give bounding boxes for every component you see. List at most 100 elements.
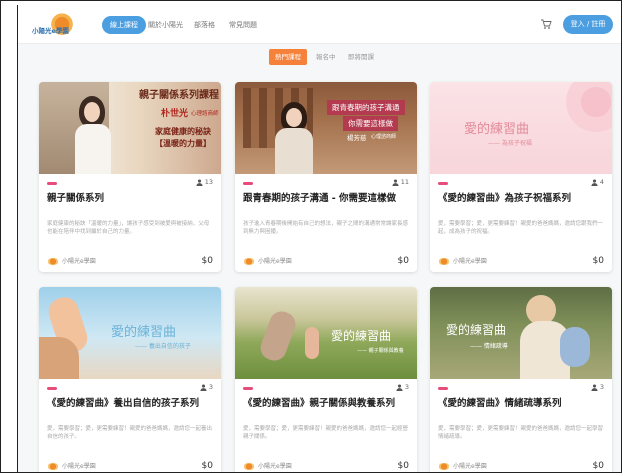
screenshot-frame: 小陽光e學園 線上課程 關於小陽光 部落格 常見問題 登入 / 註冊 熱門課程 … — [0, 0, 622, 473]
thumb-heading: 愛的練習曲 — [331, 329, 392, 343]
category-badge — [47, 387, 57, 390]
page-viewport: 小陽光e學園 線上課程 關於小陽光 部落格 常見問題 登入 / 註冊 熱門課程 … — [17, 5, 621, 472]
course-description: 愛，需要學習；愛，更需要練習！親愛的爸爸媽媽，邀請您跟我們一起，成為孩子的祝福。 — [438, 221, 604, 235]
course-card[interactable]: 親子關係系列課程 朴世光 心理諮商師 家庭健康的秘訣 【溫暖的力量】 13 親子… — [39, 82, 221, 272]
learner-count-value: 3 — [208, 383, 213, 391]
learner-count-value: 3 — [599, 383, 604, 391]
course-author: 小陽光e學園 — [243, 256, 292, 265]
thumb-person-body — [275, 128, 313, 174]
thumb-child-figure — [560, 327, 590, 367]
tab-upcoming[interactable]: 即將開課 — [348, 49, 374, 65]
course-card[interactable]: 愛的練習曲 —— 養出自信的孩子 3 《愛的練習曲》養出自信的孩子系列 愛，需要… — [39, 287, 221, 472]
course-card[interactable]: 愛的練習曲 —— 親子關係與教養 3 《愛的練習曲》親子關係與教養系列 愛，需要… — [235, 287, 417, 472]
thumb-subheading: —— 為孩子祝福 — [488, 140, 532, 147]
course-title[interactable]: 《愛的練習曲》為孩子祝福系列 — [438, 192, 604, 205]
learner-count-value: 3 — [404, 383, 409, 391]
course-thumbnail: 跟青春期的孩子溝通 你需要這樣做 楊芳慈 心理諮商師 — [235, 82, 417, 174]
learner-count-value: 4 — [599, 178, 604, 186]
thumb-person-body — [75, 124, 111, 174]
card-body: 3 《愛的練習曲》親子關係與教養系列 愛，需要學習；愛，更需要練習！親愛的爸爸媽… — [235, 379, 417, 472]
thumb-speaker-name: 朴世光 — [161, 109, 189, 119]
logo-text: 小陽光e學園 — [32, 27, 69, 35]
login-register-button[interactable]: 登入 / 註冊 — [563, 15, 613, 34]
course-title[interactable]: 《愛的練習曲》養出自信的孩子系列 — [47, 397, 213, 410]
nav-item-about[interactable]: 關於小陽光 — [148, 17, 183, 33]
course-description: 愛，需要學習；愛，更需要練習！親愛的爸爸媽媽，邀請您一起經營親子關係。 — [243, 426, 409, 440]
author-logo-icon — [47, 463, 59, 470]
course-price: $0 — [201, 256, 213, 266]
author-name: 小陽光e學園 — [258, 463, 292, 470]
thumb-heading: 跟青春期的孩子溝通 — [327, 100, 405, 115]
thumb-flower-decoration — [566, 82, 612, 132]
category-badge — [47, 182, 57, 185]
person-icon — [200, 383, 207, 391]
learner-count-value: 13 — [204, 178, 213, 186]
thumb-subheading: —— 情緒疏導 — [470, 343, 508, 350]
thumb-subheading: —— 養出自信的孩子 — [135, 343, 191, 350]
author-logo-icon — [438, 258, 450, 265]
thumb-parent-figure — [257, 308, 299, 364]
thumb-heading: 愛的練習曲 — [446, 323, 507, 337]
course-title[interactable]: 跟青春期的孩子溝通 - 你需要這樣做 — [243, 192, 409, 205]
person-icon — [392, 178, 399, 186]
course-price: $0 — [397, 461, 409, 471]
author-name: 小陽光e學園 — [258, 258, 292, 265]
course-author: 小陽光e學園 — [47, 461, 96, 470]
category-badge — [438, 387, 448, 390]
author-logo-icon — [243, 463, 255, 470]
card-body: 4 《愛的練習曲》為孩子祝福系列 愛，需要學習；愛，更需要練習！親愛的爸爸媽媽，… — [430, 174, 612, 272]
learner-count: 13 — [196, 178, 213, 186]
thumb-speaker-name: 楊芳慈 — [347, 134, 367, 142]
top-navbar: 小陽光e學園 線上課程 關於小陽光 部落格 常見問題 登入 / 註冊 — [18, 5, 621, 44]
course-price: $0 — [592, 256, 604, 266]
nav-item-blog[interactable]: 部落格 — [194, 17, 215, 33]
thumb-child-figure — [305, 327, 319, 359]
course-description: 孩子進入青春期後開始有自己的想法，親子之間的溝通常常讓家長感到無力與困擾。 — [243, 221, 409, 235]
course-author: 小陽光e學園 — [438, 256, 487, 265]
course-filter-tabs: 熱門課程 報名中 即將開課 — [18, 49, 621, 65]
person-icon — [591, 178, 598, 186]
thumb-subheading: —— 親子關係與教養 — [357, 348, 404, 354]
card-body: 3 《愛的練習曲》養出自信的孩子系列 愛，需要學習；愛，更需要練習！親愛的爸爸媽… — [39, 379, 221, 472]
tab-enrolling[interactable]: 報名中 — [316, 49, 336, 65]
course-card[interactable]: 跟青春期的孩子溝通 你需要這樣做 楊芳慈 心理諮商師 11 跟青春期的孩子溝通 … — [235, 82, 417, 272]
cart-icon[interactable] — [540, 18, 552, 30]
category-badge — [243, 182, 253, 185]
course-thumbnail: 愛的練習曲 —— 為孩子祝福 — [430, 82, 612, 174]
course-price: $0 — [592, 461, 604, 471]
card-body: 3 《愛的練習曲》情緒疏導系列 愛，需要學習；愛，更需要練習！親愛的爸爸媽媽，邀… — [430, 379, 612, 472]
thumb-person-face — [286, 108, 302, 127]
thumb-subheading: 你需要這樣做 — [343, 116, 398, 131]
thumb-heading: 愛的練習曲 — [111, 325, 177, 340]
course-description: 愛，需要學習；愛，更需要練習！親愛的爸爸媽媽，邀請您一起養出自信的孩子。 — [47, 426, 213, 440]
course-author: 小陽光e學園 — [243, 461, 292, 470]
course-title[interactable]: 《愛的練習曲》親子關係與教養系列 — [243, 397, 409, 410]
learner-count: 4 — [591, 178, 604, 186]
thumb-speaker-role: 心理諮商師 — [371, 134, 397, 140]
course-price: $0 — [397, 256, 409, 266]
course-title[interactable]: 《愛的練習曲》情緒疏導系列 — [438, 397, 604, 410]
learner-count: 3 — [396, 383, 409, 391]
course-thumbnail: 愛的練習曲 —— 親子關係與教養 — [235, 287, 417, 379]
thumb-line1: 家庭健康的秘訣 — [155, 127, 211, 136]
thumb-speaker-role: 心理諮商師 — [191, 111, 219, 117]
course-card[interactable]: 愛的練習曲 —— 為孩子祝福 4 《愛的練習曲》為孩子祝福系列 愛，需要學習；愛… — [430, 82, 612, 272]
learner-count: 11 — [392, 178, 409, 186]
course-description: 家庭健康的秘訣「溫暖的力量」，讓孩子感受到被愛與被接納，父母也能在陪伴中找到屬於… — [47, 221, 210, 235]
tab-popular[interactable]: 熱門課程 — [269, 49, 307, 65]
author-logo-icon — [47, 258, 59, 265]
thumb-person-face — [84, 102, 100, 122]
learner-count: 3 — [200, 383, 213, 391]
category-badge — [438, 182, 448, 185]
course-title[interactable]: 親子關係系列 — [47, 192, 213, 205]
person-icon — [591, 383, 598, 391]
author-name: 小陽光e學園 — [62, 463, 96, 470]
nav-item-online-courses[interactable]: 線上課程 — [102, 16, 146, 34]
nav-item-faq[interactable]: 常見問題 — [229, 17, 257, 33]
site-logo[interactable]: 小陽光e學園 — [32, 11, 94, 37]
course-card[interactable]: 愛的練習曲 —— 情緒疏導 3 《愛的練習曲》情緒疏導系列 愛，需要學習；愛，更… — [430, 287, 612, 472]
thumb-heading: 親子關係系列課程 — [139, 90, 219, 101]
author-name: 小陽光e學園 — [453, 463, 487, 470]
person-icon — [396, 383, 403, 391]
author-name: 小陽光e學園 — [453, 258, 487, 265]
